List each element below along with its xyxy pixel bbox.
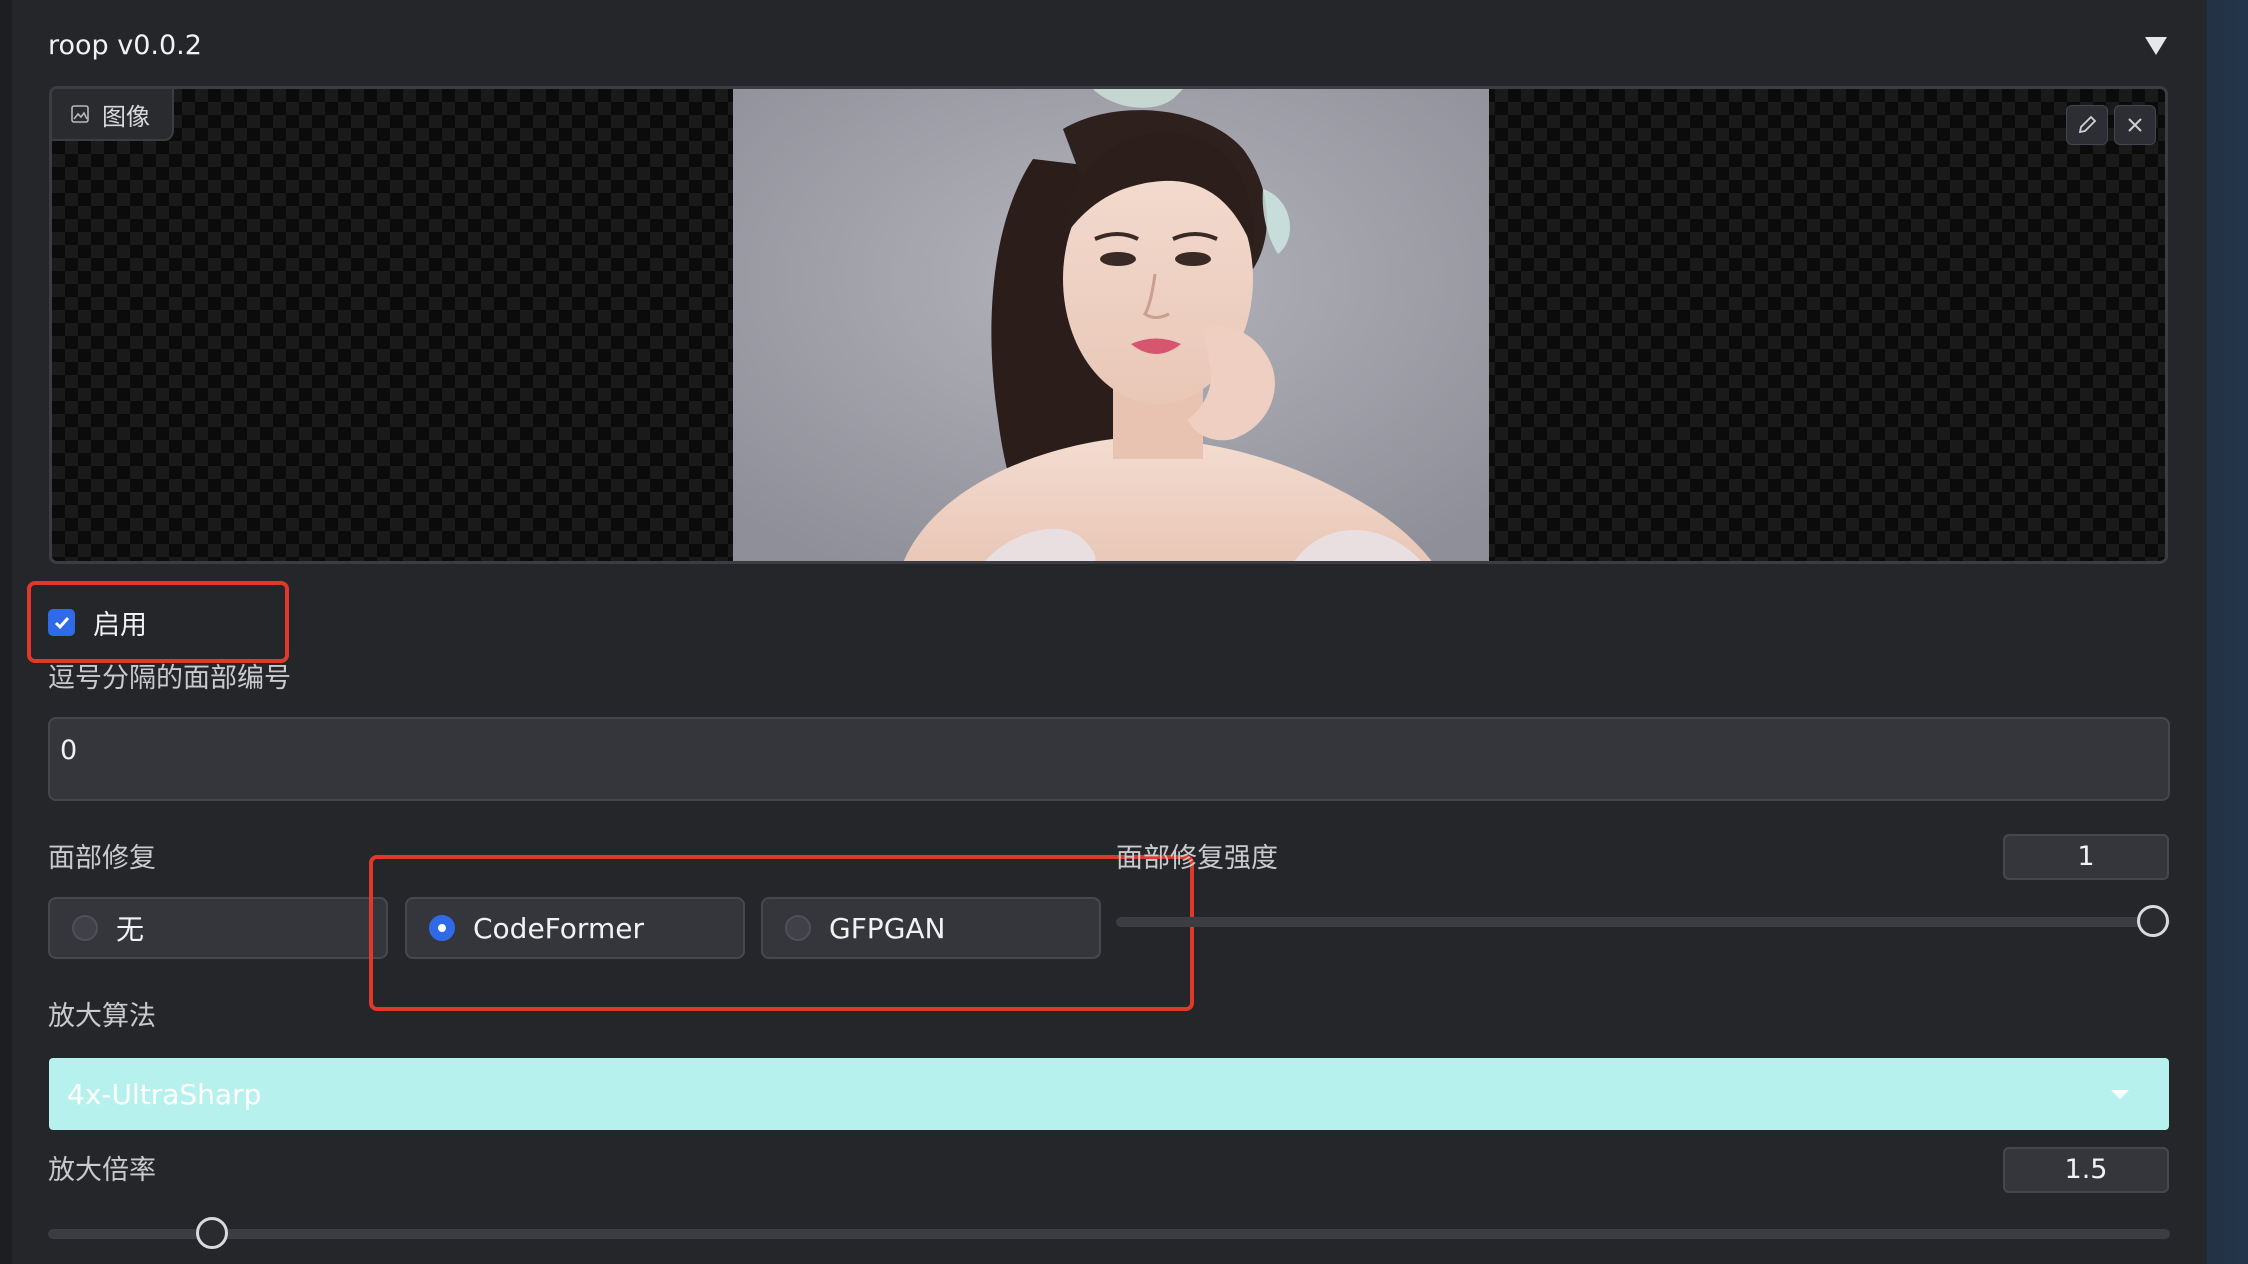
chevron-down-icon <box>2111 1090 2129 1099</box>
enable-checkbox[interactable] <box>48 609 75 636</box>
restore-strength-label: 面部修复强度 <box>1116 843 1278 874</box>
upscaler-dropdown[interactable]: 4x-UltraSharp <box>49 1058 2169 1130</box>
upscaler-selected-value: 4x-UltraSharp <box>67 1077 262 1111</box>
collapse-triangle-icon[interactable] <box>2142 34 2170 58</box>
edit-image-button[interactable] <box>2066 105 2108 145</box>
image-icon <box>71 105 89 123</box>
image-upload-area[interactable]: 图像 <box>49 86 2168 564</box>
close-icon <box>2128 118 2142 132</box>
upscaler-label: 放大算法 <box>48 1001 156 1032</box>
upscale-ratio-label: 放大倍率 <box>48 1155 156 1186</box>
face-index-label: 逗号分隔的面部编号 <box>48 663 291 694</box>
enable-checkbox-row[interactable]: 启用 <box>48 603 147 642</box>
image-label: 图像 <box>52 89 174 141</box>
checkmark-icon <box>54 616 69 629</box>
panel-title: roop v0.0.2 <box>48 30 202 61</box>
restore-strength-slider[interactable] <box>1116 917 2170 927</box>
page: roop v0.0.2 图像 启用 逗号分隔的面部编号 0 面部修复 无 Cod… <box>0 0 2248 1264</box>
image-label-text: 图像 <box>102 102 150 131</box>
face-restore-label: 面部修复 <box>48 843 156 874</box>
face-restore-highlight-box <box>369 855 1194 1011</box>
radio-label: 无 <box>116 913 145 946</box>
face-index-input[interactable]: 0 <box>48 717 2170 801</box>
enable-label: 启用 <box>93 610 147 641</box>
pencil-icon <box>2078 115 2097 134</box>
upscale-ratio-thumb[interactable] <box>196 1217 228 1249</box>
uploaded-face-photo <box>733 89 1489 561</box>
remove-image-button[interactable] <box>2114 105 2156 145</box>
upscale-ratio-slider[interactable] <box>48 1229 2170 1239</box>
upscale-ratio-value[interactable]: 1.5 <box>2003 1147 2169 1193</box>
radio-option-none[interactable]: 无 <box>48 897 388 959</box>
restore-strength-thumb[interactable] <box>2137 905 2169 937</box>
restore-strength-value[interactable]: 1 <box>2003 834 2169 880</box>
radio-dot <box>72 915 98 941</box>
